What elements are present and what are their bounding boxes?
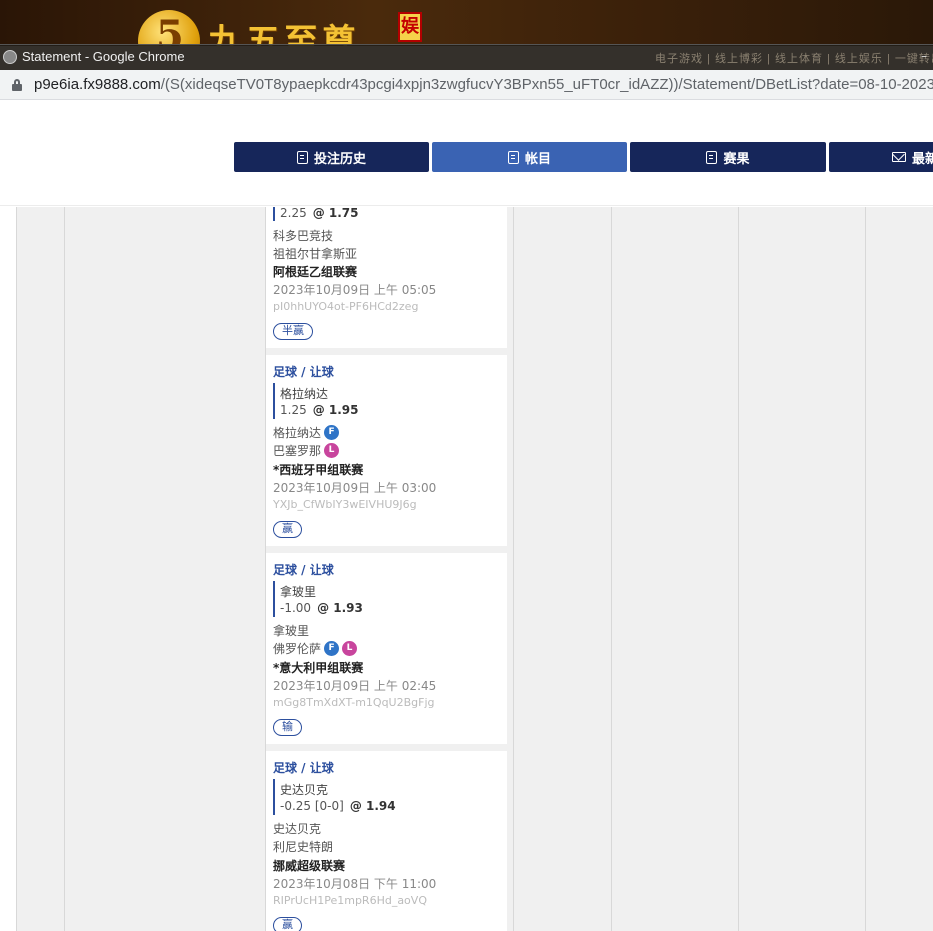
bet-time: 2023年10月09日 上午 02:45 <box>273 679 437 693</box>
favorite-badge-icon: F <box>324 425 340 440</box>
handicap: 1.25 <box>280 403 307 417</box>
league: *西班牙甲组联赛 <box>273 463 364 477</box>
pick-odds: -0.25 [0-0] @ 1.94 <box>280 799 396 813</box>
pick-indicator <box>273 383 275 419</box>
home-team: 史达贝克 <box>273 822 322 836</box>
tab-label: 投注历史 <box>313 151 366 167</box>
window-title: Statement - Google Chrome <box>22 49 185 64</box>
page-header: 投注历史 帐目 赛果 最新 <box>0 100 933 206</box>
bet-id: RIPrUcH1Pe1mpR6Hd_aoVQ <box>273 894 427 907</box>
pick-odds: 1.25 @ 1.95 <box>280 403 359 417</box>
minimize-icon[interactable]: – <box>915 45 933 69</box>
result-badge: 赢 <box>273 917 302 931</box>
ledger-icon <box>507 150 519 164</box>
bet-type: 足球 / 让球 <box>273 365 334 379</box>
url-host: p9e6ia.fx9888.com <box>34 76 161 93</box>
site-banner: 5 九五至尊 娱 <box>0 0 933 46</box>
handicap: -1.00 <box>280 601 312 615</box>
away-team: 祖祖尔甘拿斯亚 <box>273 247 358 261</box>
live-badge-icon: L <box>324 443 340 458</box>
tab-label: 帐目 <box>524 151 551 167</box>
result-badge: 半赢 <box>273 323 313 340</box>
odds: @ 1.94 <box>349 799 396 813</box>
odds: @ 1.95 <box>312 403 359 417</box>
bet-id: pI0hhUYO4ot-PF6HCd2zeg <box>273 300 419 313</box>
bet-card: 足球 / 让球 格拉纳达 1.25 @ 1.95 格拉纳达 F 巴塞罗那 L *西班牙… <box>266 355 507 546</box>
team-name: 格拉纳达 <box>273 426 322 440</box>
bet-type: 足球 / 让球 <box>273 563 334 577</box>
odds: @ 1.93 <box>317 601 363 615</box>
pick-odds: -1.00 @ 1.93 <box>280 601 363 615</box>
result-badge: 输 <box>273 719 302 736</box>
brand-name: 九五至尊 <box>208 22 360 46</box>
bet-card: 足球 / 让球 拿玻里 -1.00 @ 1.93 拿玻里 佛罗伦萨 F L *意大利甲… <box>266 553 507 744</box>
league: 阿根廷乙组联赛 <box>273 265 358 279</box>
left-margin <box>0 207 16 931</box>
tab-label: 最新 <box>912 151 933 167</box>
bet-card: 足球 / 让球 史达贝克 -0.25 [0-0] @ 1.94 史达贝克 利尼史特… <box>266 751 507 931</box>
bet-id: YXJb_CfWbIY3wEIVHU9J6g <box>273 498 417 511</box>
pick-odds: 2.25 @ 1.75 <box>280 207 359 220</box>
league: 挪威超级联赛 <box>273 859 346 873</box>
live-badge-icon: L <box>342 641 358 656</box>
team-name: 佛罗伦萨 <box>273 642 322 656</box>
column-divider <box>513 207 514 931</box>
away-team: 巴塞罗那 L <box>273 442 340 459</box>
pick-indicator <box>273 779 275 815</box>
receipt-icon <box>296 150 308 164</box>
odds: @ 1.75 <box>312 207 359 220</box>
tab-bet-history[interactable]: 投注历史 <box>234 142 429 172</box>
tab-label: 赛果 <box>723 151 750 167</box>
browser-window: 5 九五至尊 娱 Statement - Google Chrome 电子游戏 … <box>0 0 933 931</box>
favicon-icon <box>3 50 17 64</box>
pick-indicator <box>273 207 275 221</box>
url-path: /(S(xideqseTV0T8ypaepkcdr43pcgi4xpjn3zwg… <box>160 76 933 93</box>
bet-time: 2023年10月09日 上午 03:00 <box>273 481 437 495</box>
team-name: 巴塞罗那 <box>273 444 322 458</box>
column-divider <box>611 207 612 931</box>
pick-team: 格拉纳达 <box>280 387 329 401</box>
site-nav-ghost: 电子游戏 | 线上博彩 | 线上体育 | 线上娱乐 | 一键转出 <box>655 53 933 65</box>
column-divider <box>738 207 739 931</box>
tab-results[interactable]: 赛果 <box>630 142 826 172</box>
favorite-badge-icon: F <box>324 641 340 656</box>
scoreboard-icon <box>706 150 718 164</box>
mail-icon <box>892 152 906 162</box>
home-team: 格拉纳达 F <box>273 424 340 441</box>
handicap: -0.25 [0-0] <box>280 799 344 813</box>
tab-latest[interactable]: 最新 <box>829 142 933 172</box>
home-team: 科多巴竞技 <box>273 229 334 243</box>
column-divider <box>64 207 65 931</box>
bet-time: 2023年10月09日 上午 05:05 <box>273 283 437 297</box>
address-bar[interactable]: p9e6ia.fx9888.com/(S(xideqseTV0T8ypaepkc… <box>0 70 933 100</box>
league: *意大利甲组联赛 <box>273 661 364 675</box>
chrome-titlebar[interactable]: Statement - Google Chrome 电子游戏 | 线上博彩 | … <box>0 44 933 70</box>
lock-icon[interactable] <box>12 79 22 91</box>
nav-tabs: 投注历史 帐目 赛果 最新 <box>234 142 933 172</box>
bet-card: 2.25 @ 1.75 科多巴竞技 祖祖尔甘拿斯亚 阿根廷乙组联赛 2023年10… <box>266 207 507 348</box>
bet-time: 2023年10月08日 下午 11:00 <box>273 877 437 891</box>
brand-badge: 娱 <box>398 12 422 42</box>
pick-team: 史达贝克 <box>280 783 329 797</box>
logo-digit: 5 <box>156 12 184 46</box>
result-badge: 赢 <box>273 521 302 538</box>
home-team: 拿玻里 <box>273 624 310 638</box>
tab-statement[interactable]: 帐目 <box>432 142 627 172</box>
handicap: 2.25 <box>280 207 307 220</box>
url-text[interactable]: p9e6ia.fx9888.com/(S(xideqseTV0T8ypaepkc… <box>34 76 933 93</box>
away-team: 利尼史特朗 <box>273 840 334 854</box>
column-divider <box>16 207 17 931</box>
away-team: 佛罗伦萨 F L <box>273 640 358 657</box>
pick-indicator <box>273 581 275 617</box>
bet-type: 足球 / 让球 <box>273 761 334 775</box>
statement-content: 2.25 @ 1.75 科多巴竞技 祖祖尔甘拿斯亚 阿根廷乙组联赛 2023年10… <box>0 207 933 931</box>
pick-team: 拿玻里 <box>280 585 317 599</box>
bet-id: mGg8TmXdXT-m1QqU2BgFjg <box>273 696 435 709</box>
column-divider <box>865 207 866 931</box>
